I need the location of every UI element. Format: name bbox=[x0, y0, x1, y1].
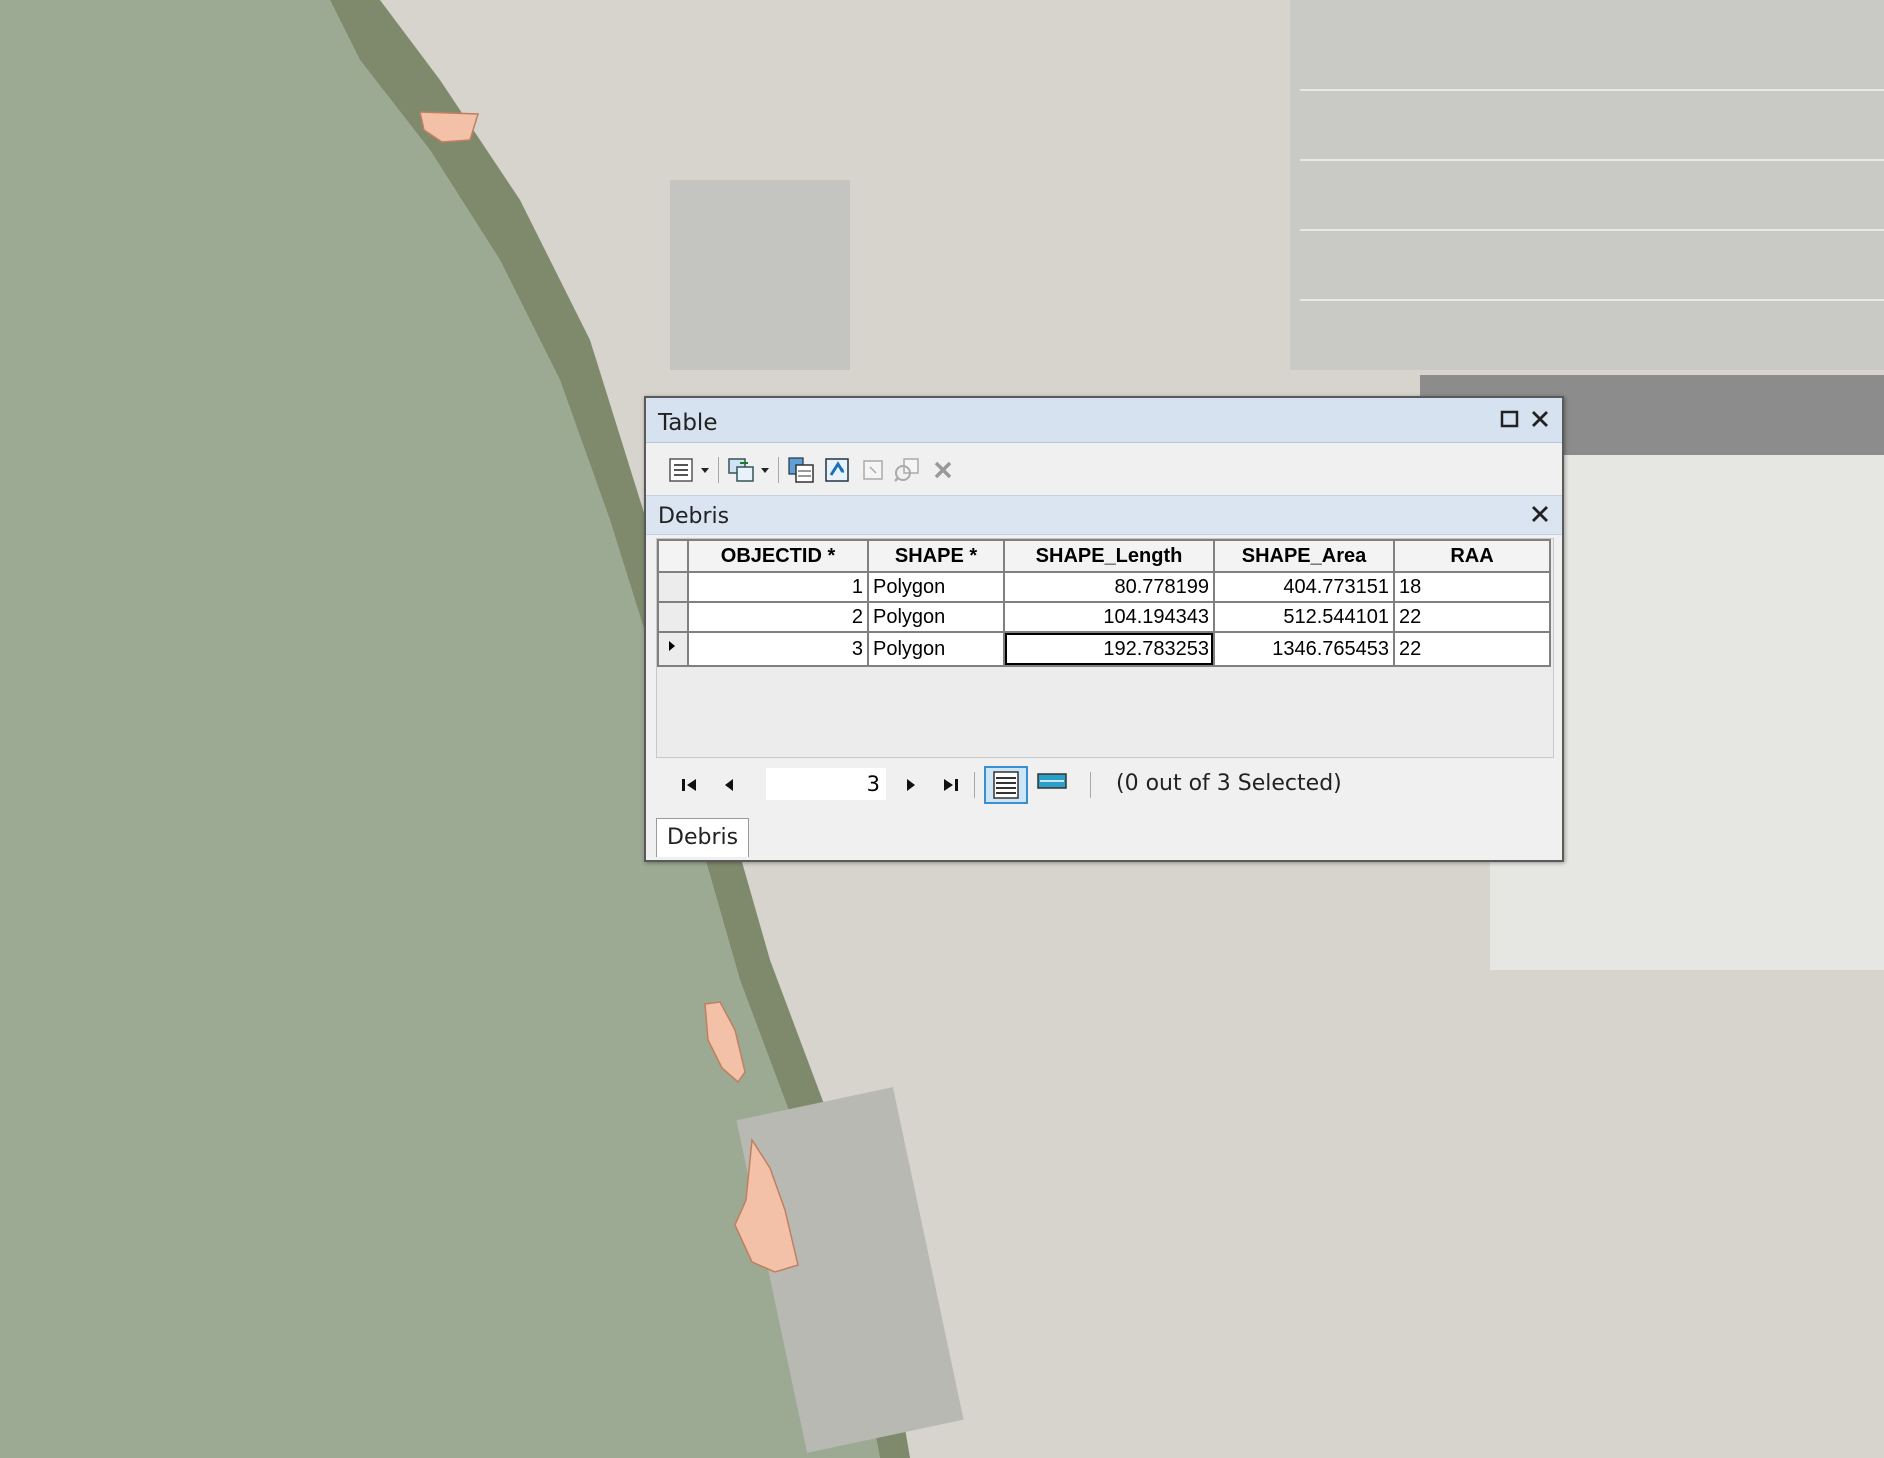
table-row[interactable]: 3 Polygon 192.783253 1346.765453 22 bbox=[657, 631, 1551, 667]
current-row-arrow-icon bbox=[669, 641, 675, 651]
table-window: Table Debris OBJECTID * SHAPE * SHAPE_Le… bbox=[644, 396, 1564, 862]
cell-shape[interactable]: Polygon bbox=[867, 571, 1005, 603]
cell-raa[interactable]: 22 bbox=[1393, 601, 1551, 633]
current-record-input[interactable] bbox=[766, 768, 886, 800]
row-selector-current[interactable] bbox=[657, 631, 689, 667]
cell-shape-length[interactable]: 192.783253 bbox=[1003, 631, 1215, 667]
column-header-shape-area[interactable]: SHAPE_Area bbox=[1213, 539, 1395, 573]
cell-shape[interactable]: Polygon bbox=[867, 631, 1005, 667]
table-toolbar bbox=[646, 443, 1562, 495]
table-options-icon[interactable] bbox=[666, 455, 696, 485]
next-record-icon[interactable] bbox=[898, 772, 924, 798]
chevron-down-icon[interactable] bbox=[698, 455, 712, 485]
previous-record-icon[interactable] bbox=[716, 772, 742, 798]
window-titlebar[interactable]: Table bbox=[646, 398, 1562, 443]
first-record-icon[interactable] bbox=[676, 772, 702, 798]
attribute-grid: OBJECTID * SHAPE * SHAPE_Length SHAPE_Ar… bbox=[657, 539, 1551, 667]
tab-debris[interactable]: Debris bbox=[656, 818, 750, 857]
nav-separator bbox=[974, 772, 975, 798]
parking-lot bbox=[1290, 0, 1884, 370]
layer-header: Debris bbox=[646, 495, 1562, 535]
table-header-row: OBJECTID * SHAPE * SHAPE_Length SHAPE_Ar… bbox=[657, 539, 1551, 573]
close-icon[interactable] bbox=[1526, 405, 1554, 433]
chevron-down-icon[interactable] bbox=[758, 455, 772, 485]
cell-shape-length[interactable]: 104.194343 bbox=[1003, 601, 1215, 633]
last-record-icon[interactable] bbox=[938, 772, 964, 798]
show-selected-records-icon[interactable] bbox=[1032, 766, 1076, 804]
toolbar-separator bbox=[718, 457, 719, 483]
close-icon[interactable] bbox=[1526, 500, 1554, 528]
cell-objectid[interactable]: 3 bbox=[687, 631, 869, 667]
row-selector-header[interactable] bbox=[657, 539, 689, 573]
select-by-attributes-icon[interactable] bbox=[786, 455, 816, 485]
table-row[interactable]: 1 Polygon 80.778199 404.773151 18 bbox=[657, 571, 1551, 603]
column-header-shape[interactable]: SHAPE * bbox=[867, 539, 1005, 573]
maximize-icon[interactable] bbox=[1496, 405, 1524, 433]
cell-raa[interactable]: 22 bbox=[1393, 631, 1551, 667]
window-title: Table bbox=[658, 410, 718, 436]
row-selector[interactable] bbox=[657, 601, 689, 633]
cell-objectid[interactable]: 2 bbox=[687, 601, 869, 633]
column-header-shape-length[interactable]: SHAPE_Length bbox=[1003, 539, 1215, 573]
layer-title: Debris bbox=[658, 504, 730, 529]
nav-separator bbox=[1090, 772, 1091, 798]
pier-building bbox=[670, 180, 850, 370]
cell-shape-area[interactable]: 1346.765453 bbox=[1213, 631, 1395, 667]
selection-status: (0 out of 3 Selected) bbox=[1116, 771, 1342, 796]
cell-shape-length[interactable]: 80.778199 bbox=[1003, 571, 1215, 603]
toolbar-separator bbox=[778, 457, 779, 483]
cell-objectid[interactable]: 1 bbox=[687, 571, 869, 603]
related-tables-icon[interactable] bbox=[726, 455, 756, 485]
delete-selected-icon[interactable] bbox=[928, 455, 958, 485]
zoom-to-selected-icon[interactable] bbox=[892, 455, 922, 485]
record-navigation: (0 out of 3 Selected) bbox=[656, 758, 1554, 810]
switch-selection-icon[interactable] bbox=[822, 455, 852, 485]
show-all-records-icon[interactable] bbox=[984, 766, 1028, 804]
column-header-objectid[interactable]: OBJECTID * bbox=[687, 539, 869, 573]
column-header-raa[interactable]: RAA bbox=[1393, 539, 1551, 573]
attribute-table: OBJECTID * SHAPE * SHAPE_Length SHAPE_Ar… bbox=[656, 538, 1554, 758]
row-selector[interactable] bbox=[657, 571, 689, 603]
cell-shape-area[interactable]: 512.544101 bbox=[1213, 601, 1395, 633]
cell-raa[interactable]: 18 bbox=[1393, 571, 1551, 603]
cell-shape[interactable]: Polygon bbox=[867, 601, 1005, 633]
clear-selection-icon[interactable] bbox=[858, 455, 888, 485]
table-row[interactable]: 2 Polygon 104.194343 512.544101 22 bbox=[657, 601, 1551, 633]
cell-shape-area[interactable]: 404.773151 bbox=[1213, 571, 1395, 603]
